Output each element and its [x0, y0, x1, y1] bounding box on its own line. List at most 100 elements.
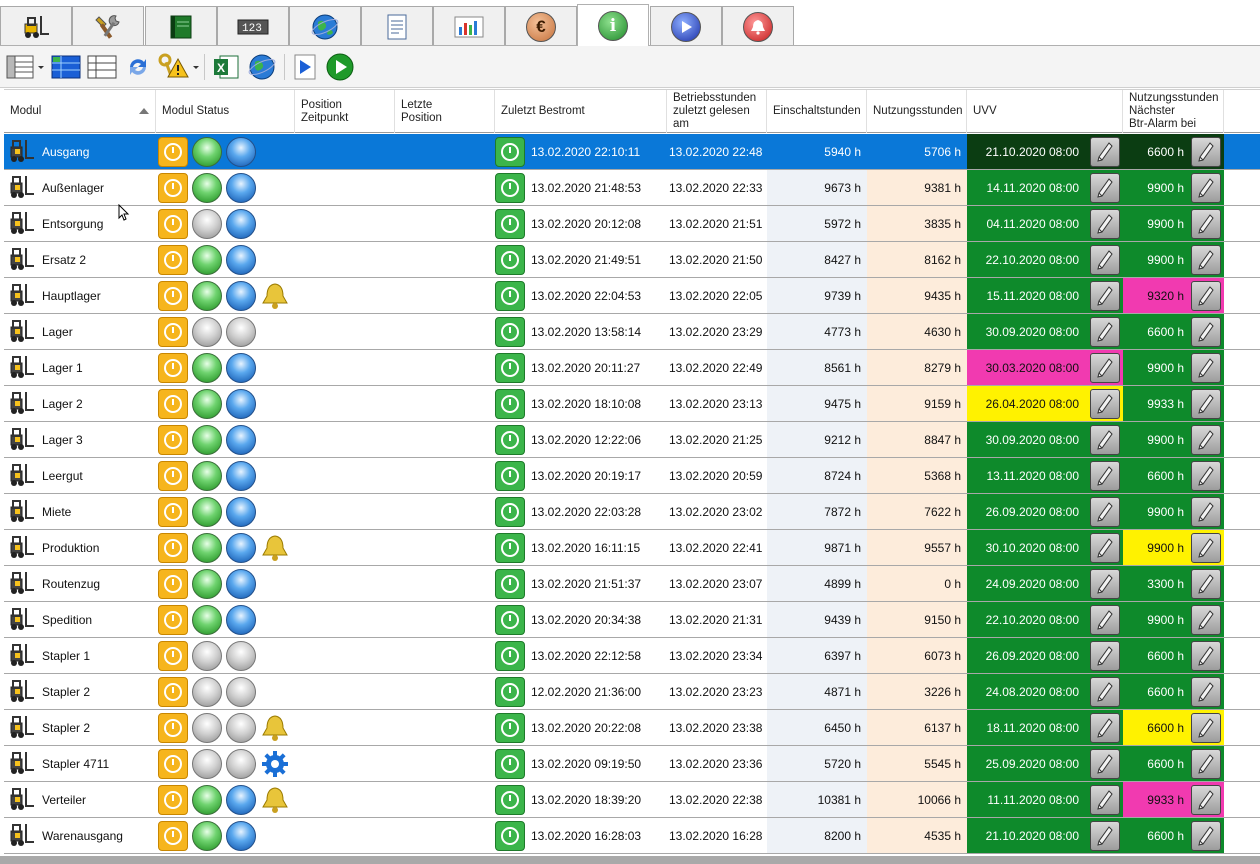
edit-alarm-button[interactable]: [1191, 425, 1221, 455]
table-row[interactable]: Lager 13.02.2020 13:58:14 13.02.2020 23:29…: [4, 314, 1260, 350]
grid-view-button[interactable]: [50, 52, 82, 82]
table-row[interactable]: Entsorgung 13.02.2020 20:12:08 13.02.2020 …: [4, 206, 1260, 242]
edit-uvv-button[interactable]: [1090, 713, 1120, 743]
column-header-nutzungsstunden[interactable]: Nutzungsstunden: [867, 90, 967, 133]
edit-uvv-button[interactable]: [1090, 641, 1120, 671]
edit-alarm-button[interactable]: [1191, 137, 1221, 167]
edit-uvv-button[interactable]: [1090, 245, 1120, 275]
table-row[interactable]: Stapler 2 13.02.2020 20:22:08 13.02.2020 2…: [4, 710, 1260, 746]
table-row[interactable]: Ausgang 13.02.2020 22:10:11 13.02.2020 22:…: [4, 134, 1260, 170]
play-button[interactable]: [290, 52, 320, 82]
edit-uvv-button[interactable]: [1090, 317, 1120, 347]
table-row[interactable]: Stapler 1 13.02.2020 22:12:58 13.02.2020 2…: [4, 638, 1260, 674]
edit-uvv-button[interactable]: [1090, 461, 1120, 491]
edit-uvv-button[interactable]: [1090, 173, 1120, 203]
table-row[interactable]: Warenausgang 13.02.2020 16:28:03 13.02.202…: [4, 818, 1260, 854]
table-row[interactable]: Lager 2 13.02.2020 18:10:08 13.02.2020 23:…: [4, 386, 1260, 422]
edit-alarm-button[interactable]: [1191, 821, 1221, 851]
column-header-uvv[interactable]: UVV: [967, 90, 1123, 133]
tab-info[interactable]: i: [577, 4, 649, 46]
edit-uvv-button[interactable]: [1090, 605, 1120, 635]
edit-alarm-button[interactable]: [1191, 605, 1221, 635]
tab-logbook[interactable]: [145, 6, 217, 46]
edit-alarm-button[interactable]: [1191, 245, 1221, 275]
tab-forklift[interactable]: [0, 6, 72, 46]
tab-statistics[interactable]: [433, 6, 505, 46]
power-status-icon: [158, 209, 188, 239]
edit-uvv-button[interactable]: [1090, 209, 1120, 239]
table-row[interactable]: Miete 13.02.2020 22:03:28 13.02.2020 23:02…: [4, 494, 1260, 530]
edit-alarm-button[interactable]: [1191, 353, 1221, 383]
edit-alarm-button[interactable]: [1191, 785, 1221, 815]
tab-alarm[interactable]: [722, 6, 794, 46]
edit-alarm-button[interactable]: [1191, 533, 1221, 563]
tab-counter[interactable]: 123: [217, 6, 289, 46]
column-header-bestromt[interactable]: Zuletzt Bestromt: [495, 90, 667, 133]
tab-report[interactable]: [361, 6, 433, 46]
column-header-letzte-position[interactable]: Letzte Position: [395, 90, 495, 133]
tab-costs[interactable]: €: [505, 6, 577, 46]
start-button[interactable]: [324, 52, 356, 82]
edit-uvv-button[interactable]: [1090, 353, 1120, 383]
last-powered: 13.02.2020 22:12:58: [531, 648, 642, 663]
table-row[interactable]: Lager 3 13.02.2020 12:22:06 13.02.2020 21:…: [4, 422, 1260, 458]
edit-uvv-button[interactable]: [1090, 821, 1120, 851]
column-header-modul[interactable]: Modul: [4, 90, 156, 133]
web-export-button[interactable]: [246, 52, 278, 82]
table-row[interactable]: Lager 1 13.02.2020 20:11:27 13.02.2020 22:…: [4, 350, 1260, 386]
table-row[interactable]: Ersatz 2 13.02.2020 21:49:51 13.02.2020 21…: [4, 242, 1260, 278]
edit-alarm-button[interactable]: [1191, 389, 1221, 419]
table-row[interactable]: Verteiler 13.02.2020 18:39:20 13.02.2020 2…: [4, 782, 1260, 818]
edit-alarm-button[interactable]: [1191, 209, 1221, 239]
power-on-icon: [495, 317, 525, 347]
table-row[interactable]: Außenlager 13.02.2020 21:48:53 13.02.2020 …: [4, 170, 1260, 206]
table-row[interactable]: Routenzug 13.02.2020 21:51:37 13.02.2020 2…: [4, 566, 1260, 602]
edit-uvv-button[interactable]: [1090, 749, 1120, 779]
tab-tools[interactable]: [72, 6, 144, 46]
edit-uvv-button[interactable]: [1090, 569, 1120, 599]
vehicle-type-icon: [8, 174, 36, 202]
edit-uvv-button[interactable]: [1090, 389, 1120, 419]
edit-uvv-button[interactable]: [1090, 497, 1120, 527]
column-header-einschaltstunden[interactable]: Einschaltstunden: [767, 90, 867, 133]
column-header-betriebsstunden[interactable]: Betriebsstunden zuletzt gelesen am: [667, 90, 767, 133]
horizontal-scrollbar[interactable]: [0, 856, 1260, 864]
excel-export-button[interactable]: X: [210, 52, 242, 82]
edit-alarm-button[interactable]: [1191, 173, 1221, 203]
edit-uvv-button[interactable]: [1090, 281, 1120, 311]
column-header-btr-alarm[interactable]: Nutzungsstunden Nächster Btr-Alarm bei: [1123, 90, 1224, 133]
edit-uvv-button[interactable]: [1090, 785, 1120, 815]
table-row[interactable]: Stapler 2 12.02.2020 21:36:00 13.02.2020 2…: [4, 674, 1260, 710]
module-name: Stapler 4711: [42, 756, 110, 771]
edit-uvv-button[interactable]: [1090, 533, 1120, 563]
edit-uvv-button[interactable]: [1090, 137, 1120, 167]
key-warning-dropdown-button[interactable]: [158, 52, 200, 82]
table-row[interactable]: Spedition 13.02.2020 20:34:38 13.02.2020 2…: [4, 602, 1260, 638]
module-name: Warenausgang: [42, 828, 123, 843]
table-row[interactable]: Produktion 13.02.2020 16:11:15 13.02.2020 …: [4, 530, 1260, 566]
column-header-position-zeitpunkt[interactable]: Position Zeitpunkt: [295, 90, 395, 133]
columns-dropdown-button[interactable]: [4, 52, 46, 82]
edit-alarm-button[interactable]: [1191, 749, 1221, 779]
edit-alarm-button[interactable]: [1191, 317, 1221, 347]
tab-web[interactable]: [289, 6, 361, 46]
counter-icon: 123: [237, 11, 269, 43]
edit-alarm-button[interactable]: [1191, 641, 1221, 671]
edit-alarm-button[interactable]: [1191, 497, 1221, 527]
refresh-button[interactable]: [122, 52, 154, 82]
edit-alarm-button[interactable]: [1191, 677, 1221, 707]
edit-alarm-button[interactable]: [1191, 713, 1221, 743]
edit-uvv-button[interactable]: [1090, 677, 1120, 707]
list-view-button[interactable]: [86, 52, 118, 82]
column-header-status[interactable]: Modul Status: [156, 90, 295, 133]
table-row[interactable]: Stapler 4711 13.02.2020 09:19:50 13.02.202…: [4, 746, 1260, 782]
last-powered: 13.02.2020 21:51:37: [531, 576, 642, 591]
edit-alarm-button[interactable]: [1191, 461, 1221, 491]
edit-alarm-button[interactable]: [1191, 569, 1221, 599]
tab-start[interactable]: [650, 6, 722, 46]
table-row[interactable]: Leergut 13.02.2020 20:19:17 13.02.2020 20:…: [4, 458, 1260, 494]
usage-hours: 7622 h: [867, 494, 967, 529]
table-row[interactable]: Hauptlager 13.02.2020 22:04:53 13.02.2020 …: [4, 278, 1260, 314]
edit-uvv-button[interactable]: [1090, 425, 1120, 455]
edit-alarm-button[interactable]: [1191, 281, 1221, 311]
